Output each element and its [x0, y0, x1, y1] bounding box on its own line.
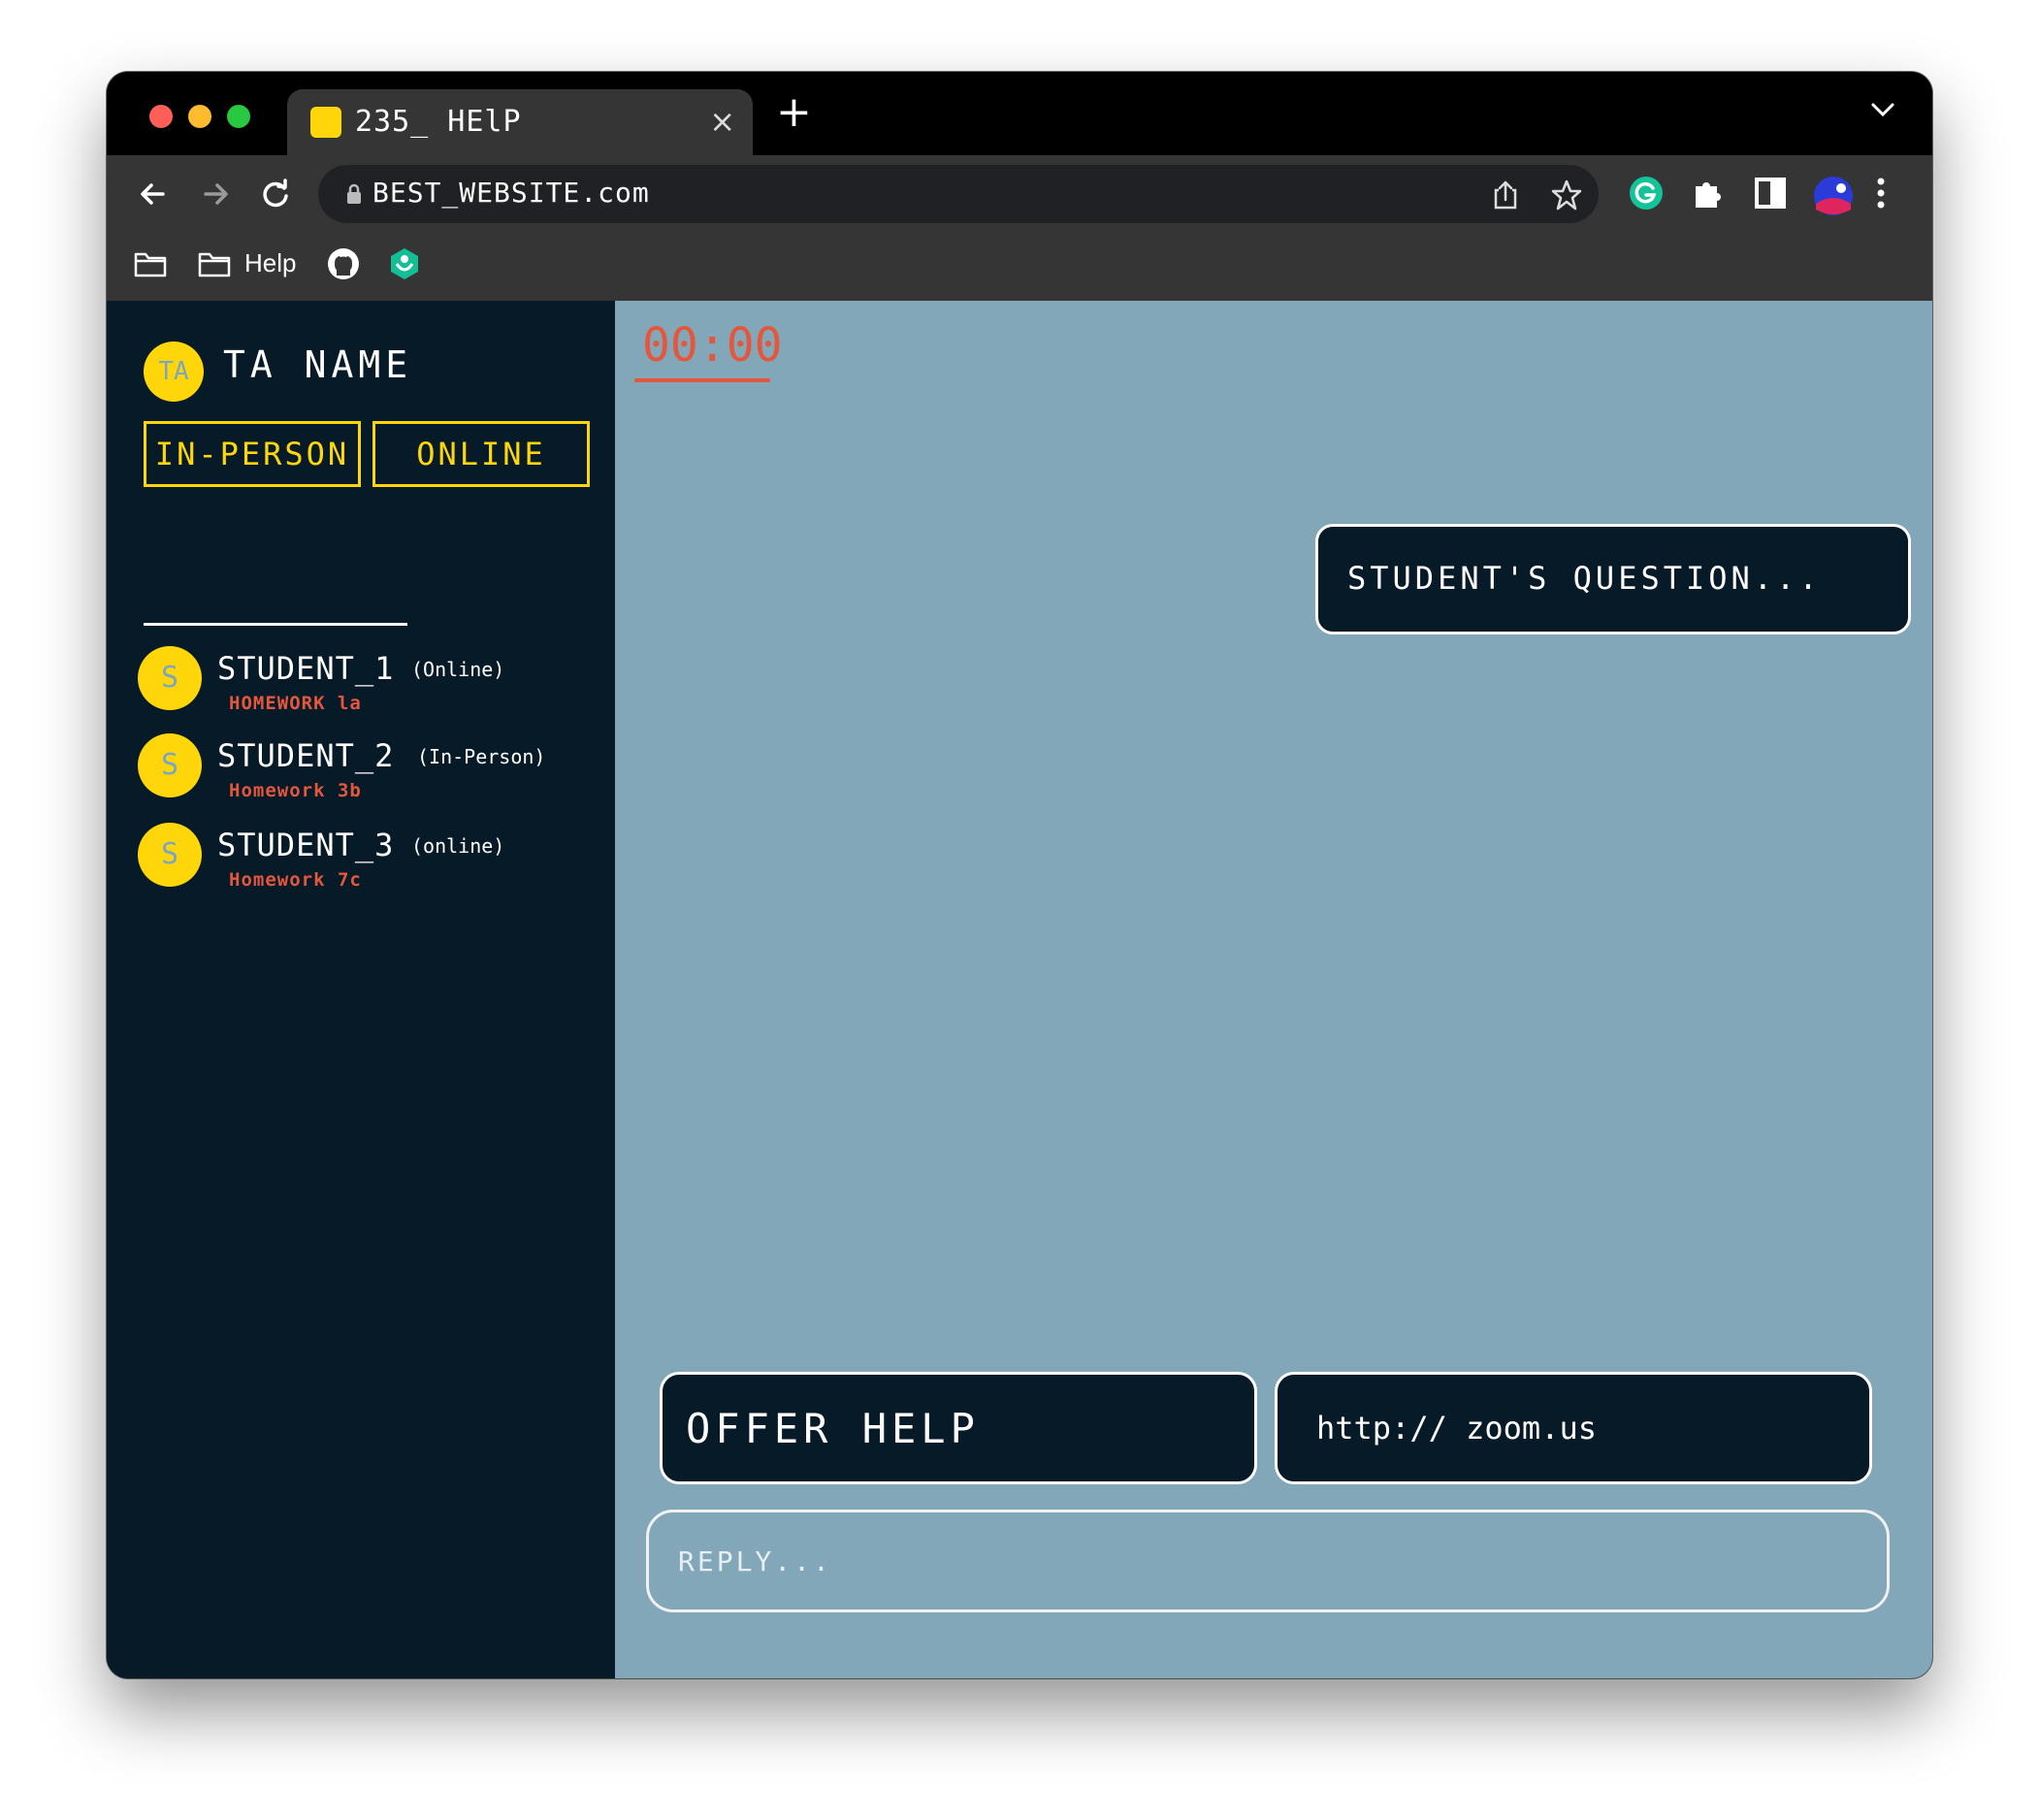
- student-name: STUDENT_2: [217, 737, 395, 774]
- student-homework: Homework 3b: [229, 780, 362, 801]
- student-question-bubble: STUDENT'S QUESTION...: [1315, 524, 1911, 634]
- chevron-down-icon[interactable]: [1870, 101, 1895, 122]
- bookmark-help[interactable]: Help: [244, 248, 296, 278]
- khan-academy-icon[interactable]: [388, 246, 421, 285]
- new-tab-icon[interactable]: +: [776, 91, 812, 134]
- ta-avatar: TA: [144, 341, 204, 402]
- browser-toolbar: BEST_WEBSITE.com: [107, 155, 1932, 233]
- browser-window: 235_ HElP × + BEST_WEBSITE.com Help TA T…: [107, 72, 1932, 1678]
- grammarly-icon[interactable]: [1628, 175, 1665, 215]
- minimize-window-button[interactable]: [188, 105, 211, 128]
- student-avatar: S: [138, 733, 202, 797]
- offer-help-button[interactable]: OFFER HELP: [660, 1372, 1257, 1484]
- help-folder-icon[interactable]: [198, 250, 231, 281]
- student-name: STUDENT_1: [217, 650, 395, 687]
- back-arrow-icon[interactable]: [132, 173, 175, 215]
- student-avatar: S: [138, 823, 202, 887]
- browser-tab[interactable]: 235_ HElP ×: [287, 89, 753, 155]
- student-homework: HOMEWORK la: [229, 693, 362, 714]
- student-list-item[interactable]: S STUDENT_3 (online) Homework 7c: [138, 823, 584, 894]
- tab-title: 235_ HElP: [355, 105, 522, 139]
- sidebar-divider: [144, 623, 407, 626]
- student-mode: (online): [411, 834, 505, 858]
- forward-arrow-icon[interactable]: [194, 173, 237, 215]
- title-bar: 235_ HElP × +: [107, 72, 1932, 155]
- reload-icon[interactable]: [254, 173, 297, 215]
- url-text: BEST_WEBSITE.com: [372, 177, 650, 209]
- zoom-link[interactable]: http:// zoom.us: [1275, 1372, 1872, 1484]
- student-list-item[interactable]: S STUDENT_2 (In-Person) Homework 3b: [138, 733, 584, 805]
- bookmarks-bar: Help: [107, 233, 1932, 301]
- puzzle-icon[interactable]: [1690, 175, 1727, 215]
- favicon-icon: [310, 107, 341, 138]
- more-menu-icon[interactable]: [1874, 175, 1888, 215]
- lock-icon: [345, 182, 363, 210]
- share-icon[interactable]: [1490, 179, 1521, 215]
- ta-sidebar: TA TA NAME IN-PERSON ONLINE S STUDENT_1 …: [107, 301, 615, 1678]
- online-button[interactable]: ONLINE: [372, 421, 590, 487]
- profile-avatar-icon[interactable]: [1812, 175, 1855, 221]
- close-window-button[interactable]: [149, 105, 173, 128]
- ta-name: TA NAME: [223, 343, 413, 386]
- folder-icon[interactable]: [134, 250, 167, 281]
- side-panel-icon[interactable]: [1752, 175, 1789, 215]
- student-avatar: S: [138, 646, 202, 710]
- student-mode: (Online): [411, 658, 505, 681]
- tab-close-icon[interactable]: ×: [709, 103, 735, 140]
- github-icon[interactable]: [326, 246, 361, 285]
- maximize-window-button[interactable]: [227, 105, 250, 128]
- session-timer: 00:00: [642, 318, 783, 373]
- bookmark-star-icon[interactable]: [1550, 179, 1583, 215]
- address-bar[interactable]: BEST_WEBSITE.com: [318, 165, 1599, 223]
- student-mode: (In-Person): [417, 745, 546, 768]
- timer-underline: [634, 378, 770, 382]
- student-list-item[interactable]: S STUDENT_1 (Online) HOMEWORK la: [138, 646, 584, 718]
- student-homework: Homework 7c: [229, 869, 362, 891]
- reply-input[interactable]: [646, 1510, 1890, 1612]
- student-name: STUDENT_3: [217, 827, 395, 863]
- main-panel: 00:00 STUDENT'S QUESTION... OFFER HELP h…: [615, 301, 1932, 1678]
- in-person-button[interactable]: IN-PERSON: [144, 421, 361, 487]
